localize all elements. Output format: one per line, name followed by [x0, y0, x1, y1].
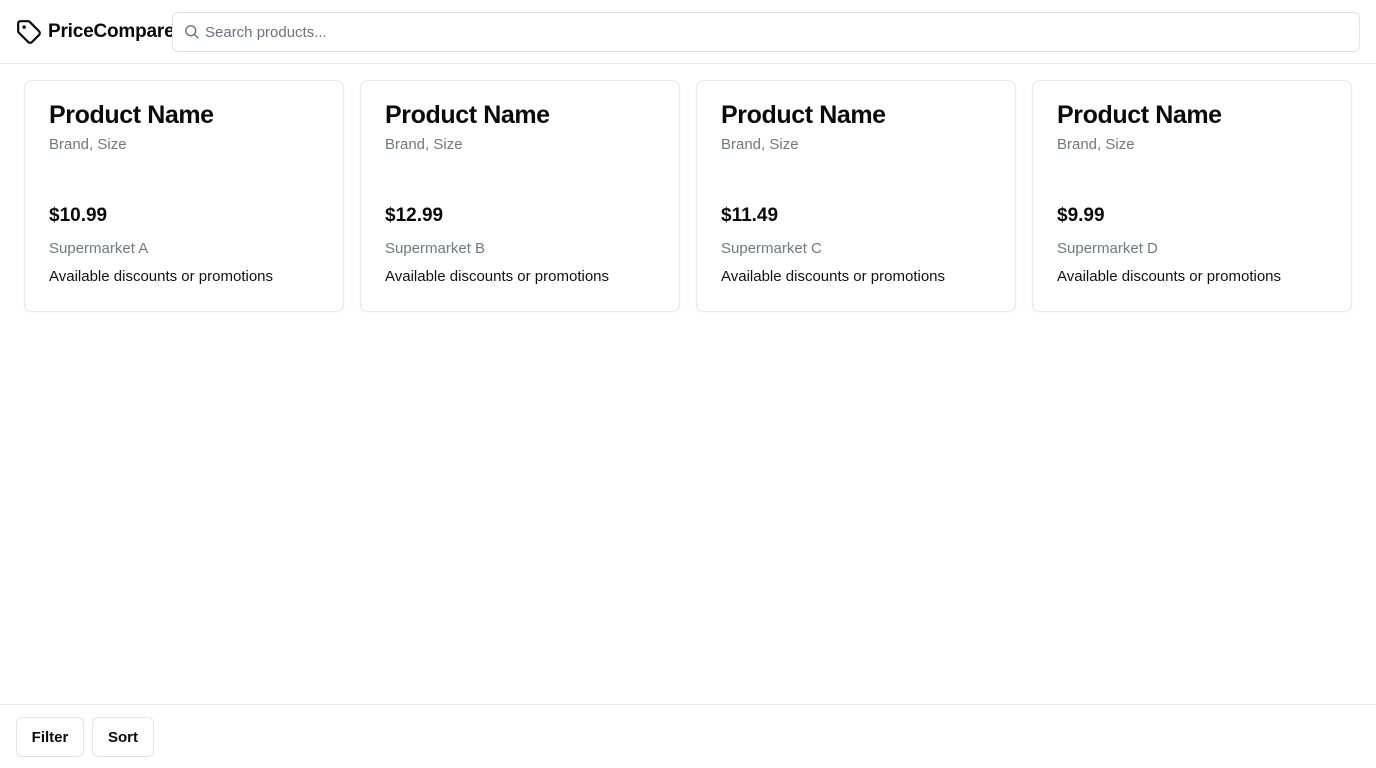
product-name: Product Name — [385, 101, 550, 129]
product-promo: Available discounts or promotions — [721, 268, 946, 285]
product-promo: Available discounts or promotions — [49, 268, 274, 285]
product-promo: Available discounts or promotions — [1057, 268, 1282, 285]
brand-logo[interactable]: PriceCompare — [16, 19, 175, 45]
search-input[interactable] — [205, 13, 1355, 51]
search-icon — [185, 25, 199, 39]
product-card[interactable]: Product Name Brand, Size $12.99 Supermar… — [360, 80, 680, 312]
product-brand-size: Brand, Size — [721, 136, 799, 153]
product-card[interactable]: Product Name Brand, Size $10.99 Supermar… — [24, 80, 344, 312]
product-price: $11.49 — [721, 205, 779, 226]
product-brand-size: Brand, Size — [1057, 136, 1135, 153]
brand-name: PriceCompare — [48, 21, 175, 42]
product-brand-size: Brand, Size — [49, 136, 127, 153]
search-box[interactable] — [172, 12, 1360, 52]
filter-button[interactable]: Filter — [16, 717, 84, 757]
product-store: Supermarket C — [721, 240, 822, 257]
tag-icon — [17, 20, 41, 44]
product-name: Product Name — [721, 101, 886, 129]
product-store: Supermarket A — [49, 240, 149, 257]
product-grid: Product Name Brand, Size $10.99 Supermar… — [24, 80, 1352, 312]
product-price: $12.99 — [385, 205, 444, 226]
product-price: $9.99 — [1057, 205, 1105, 226]
bottom-toolbar: Filter Sort — [0, 704, 1376, 768]
product-price: $10.99 — [49, 205, 108, 226]
product-promo: Available discounts or promotions — [385, 268, 610, 285]
app: PriceCompare Product Name Brand, Size $1… — [0, 0, 1376, 768]
top-bar: PriceCompare — [0, 0, 1376, 64]
product-card[interactable]: Product Name Brand, Size $9.99 Supermark… — [1032, 80, 1352, 312]
product-name: Product Name — [1057, 101, 1222, 129]
product-card[interactable]: Product Name Brand, Size $11.49 Supermar… — [696, 80, 1016, 312]
product-name: Product Name — [49, 101, 214, 129]
product-store: Supermarket D — [1057, 240, 1158, 257]
product-brand-size: Brand, Size — [385, 136, 463, 153]
product-store: Supermarket B — [385, 240, 486, 257]
sort-button[interactable]: Sort — [92, 717, 154, 757]
